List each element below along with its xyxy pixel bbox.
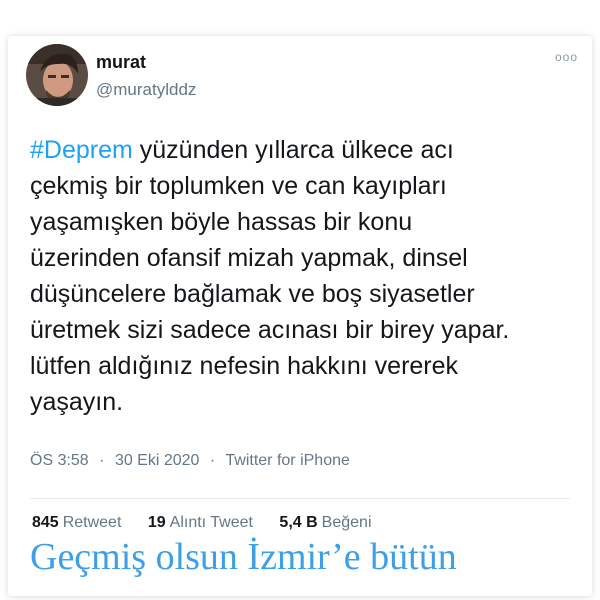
hashtag-link[interactable]: #Deprem bbox=[30, 136, 133, 164]
tweet-text: #Deprem yüzünden yıllarca ülkece acı çek… bbox=[30, 132, 590, 420]
tweet-stats: 845 Retweet 19 Alıntı Tweet 5,4 B Beğeni bbox=[32, 514, 394, 532]
tweet-line: üzerinden ofansif mizah yapmak, dinsel bbox=[30, 244, 468, 272]
user-handle[interactable]: @muratylddz bbox=[96, 80, 196, 100]
tweet-time[interactable]: ÖS 3:58 bbox=[30, 452, 89, 469]
tweet-line-1-rest: yüzünden yıllarca ülkece acı bbox=[132, 136, 454, 164]
quotes-stat[interactable]: 19 Alıntı Tweet bbox=[148, 514, 253, 531]
tweet-line: düşüncelere bağlamak ve boş siyasetler bbox=[30, 280, 475, 308]
meta-separator: · bbox=[209, 452, 216, 469]
retweets-count: 845 bbox=[32, 514, 59, 531]
tweet-line: yaşayın. bbox=[30, 388, 124, 416]
likes-stat[interactable]: 5,4 B Beğeni bbox=[279, 514, 371, 531]
meta-separator: · bbox=[99, 452, 105, 469]
tweet-line: lütfen aldığınız nefesin hakkını vererek bbox=[30, 352, 459, 380]
quotes-label: Alıntı Tweet bbox=[169, 514, 253, 531]
user-name[interactable]: murat bbox=[96, 52, 146, 73]
tweet-line: üretmek sizi sadece acınası bir birey ya… bbox=[30, 316, 510, 344]
tweet-date[interactable]: 30 Eki 2020 bbox=[115, 452, 200, 469]
more-options-icon[interactable]: ooo bbox=[555, 50, 578, 64]
tweet-line-1: #Deprem yüzünden yıllarca ülkece acı bbox=[30, 132, 590, 168]
tweet-meta: ÖS 3:58 · 30 Eki 2020 · Twitter for iPho… bbox=[30, 452, 350, 470]
divider bbox=[30, 498, 570, 499]
avatar[interactable] bbox=[26, 44, 88, 106]
retweets-stat[interactable]: 845 Retweet bbox=[32, 514, 121, 531]
user-avatar-image bbox=[26, 44, 88, 106]
tweet-line: çekmiş bir toplumken ve can kayıpları bbox=[30, 172, 447, 200]
tweet-source[interactable]: Twitter for iPhone bbox=[225, 452, 350, 469]
quotes-count: 19 bbox=[147, 514, 166, 531]
likes-label: Beğeni bbox=[321, 514, 372, 531]
caption-line-1: Geçmiş olsun İzmir’e bütün bbox=[30, 536, 457, 578]
overlay-caption: Geçmiş olsun İzmir’e bütün bbox=[30, 534, 457, 580]
tweet-line: yaşamışken böyle hassas bir konu bbox=[30, 208, 413, 236]
likes-count: 5,4 B bbox=[279, 514, 318, 531]
tweet-card: murat @muratylddz ooo #Deprem yüzünden y… bbox=[8, 36, 592, 596]
retweets-label: Retweet bbox=[62, 514, 122, 531]
